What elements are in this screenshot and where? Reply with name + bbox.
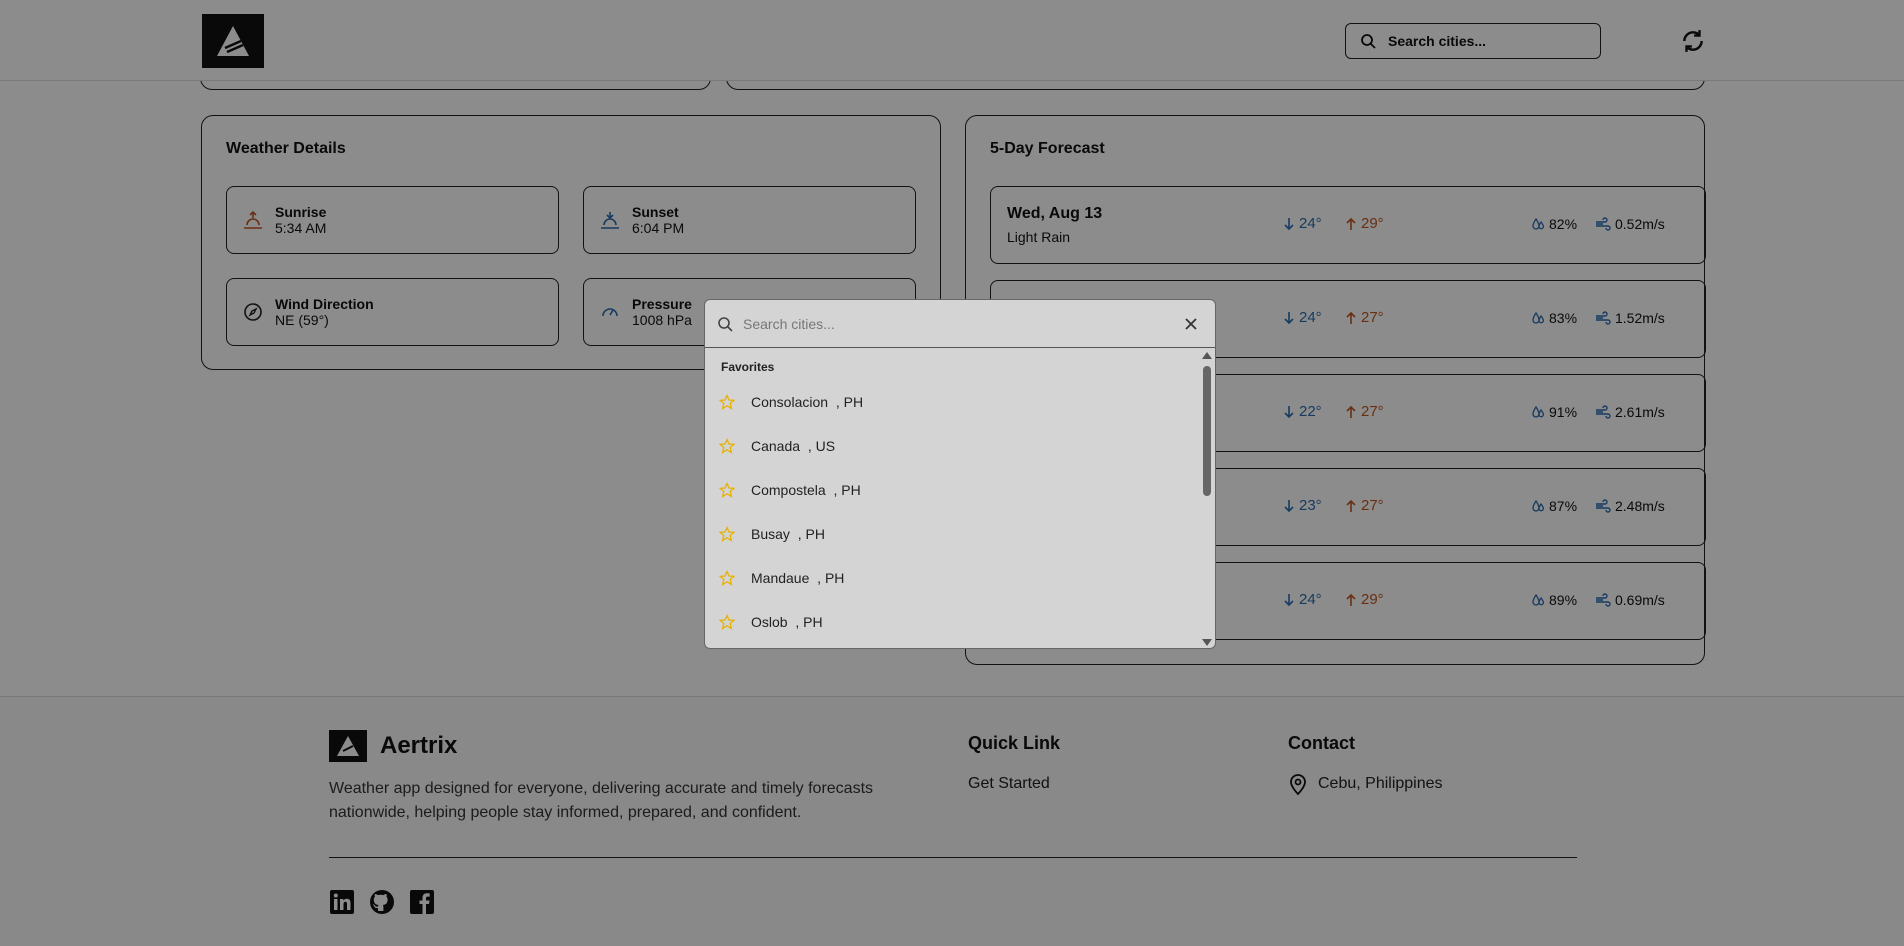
star-icon[interactable]: [719, 438, 735, 454]
favorite-city-country: , PH: [835, 394, 864, 410]
star-icon[interactable]: [719, 394, 735, 410]
favorite-city-item[interactable]: Oslob , PH: [719, 604, 1189, 640]
favorite-city-item[interactable]: Canada , US: [719, 428, 1189, 464]
favorite-city-item[interactable]: Busay , PH: [719, 516, 1189, 552]
close-icon[interactable]: [1183, 316, 1199, 332]
modal-search-bar: [705, 300, 1215, 348]
favorite-city-name: Oslob: [751, 614, 788, 630]
favorites-label: Favorites: [721, 360, 775, 374]
favorite-city-country: , PH: [795, 614, 823, 630]
scrollbar-thumb[interactable]: [1203, 366, 1211, 496]
favorite-city-name: Consolacion: [751, 394, 829, 410]
favorite-city-name: Mandaue: [751, 570, 810, 586]
favorite-city-name: Compostela: [751, 482, 826, 498]
favorite-city-item[interactable]: Consolacion , PH: [719, 384, 1189, 420]
favorite-city-item[interactable]: Mandaue , PH: [719, 560, 1189, 596]
favorite-city-country: , PH: [817, 570, 845, 586]
favorite-city-country: , PH: [797, 526, 825, 542]
favorite-city-name: Busay: [751, 526, 790, 542]
favorite-city-name: Canada: [751, 438, 801, 454]
search-icon: [718, 316, 733, 332]
star-icon[interactable]: [719, 526, 735, 542]
favorite-city-country: , PH: [833, 482, 861, 498]
modal-search-input[interactable]: [743, 315, 1163, 332]
star-icon[interactable]: [719, 614, 735, 630]
city-search-modal: Favorites Consolacion , PH Canada , US Com…: [704, 299, 1216, 649]
star-icon[interactable]: [719, 570, 735, 586]
favorite-city-item[interactable]: Compostela , PH: [719, 472, 1189, 508]
star-icon[interactable]: [719, 482, 735, 498]
favorite-city-country: , US: [807, 438, 836, 454]
